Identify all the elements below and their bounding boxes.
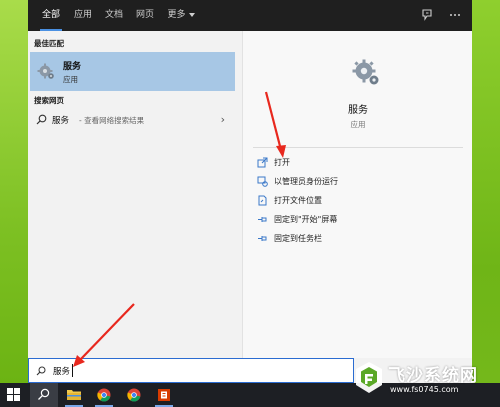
chrome-icon [127, 388, 141, 402]
web-search-hint: - 查看网络搜索结果 [79, 116, 145, 125]
action-pin-to-taskbar[interactable]: 固定到任务栏 [257, 231, 457, 247]
services-gear-icon [352, 59, 379, 85]
open-icon [257, 157, 268, 168]
action-pin-to-start[interactable]: 固定到"开始"屏幕 [257, 212, 457, 228]
action-label: 打开 [274, 158, 290, 167]
desktop-background-right [472, 0, 500, 383]
taskbar-file-explorer[interactable] [60, 383, 88, 407]
tab-apps[interactable]: 应用 [70, 0, 96, 31]
taskbar-search-button[interactable] [30, 383, 58, 407]
results-column: 最佳匹配 服务 应用 搜索网页 服务 - 查看网络搜索结果 › [28, 31, 242, 358]
gear-icon [37, 63, 54, 79]
web-search-heading: 搜索网页 [34, 96, 64, 105]
tab-more[interactable]: 更多 [164, 0, 198, 31]
best-match-type: 应用 [63, 75, 78, 84]
action-label: 打开文件位置 [274, 196, 322, 205]
web-search-query: 服务 [52, 116, 70, 126]
app-preview-pane: 服务 应用 打开 以管理员身份运行 打开文件位置 固定到"开始"屏幕 固定到任务… [242, 31, 472, 358]
search-icon [36, 366, 46, 376]
taskbar-chrome-2[interactable] [120, 383, 148, 407]
desktop-background-left [0, 0, 28, 383]
chevron-down-icon [188, 12, 195, 17]
taskbar-chrome-1[interactable] [90, 383, 118, 407]
tab-web[interactable]: 网页 [132, 0, 158, 31]
file-explorer-icon [67, 390, 81, 400]
site-watermark: 飞沙系统网 www.fs0745.com [350, 355, 498, 405]
action-label: 固定到"开始"屏幕 [274, 215, 338, 224]
pin-taskbar-icon [258, 236, 267, 241]
text-cursor [72, 364, 73, 377]
action-open-file-location[interactable]: 打开文件位置 [257, 193, 457, 209]
start-search-panel: 全部 应用 文档 网页 更多 最佳匹配 服务 应用 搜索网页 服务 - 查看网络… [28, 0, 472, 383]
best-match-result[interactable]: 服务 应用 [30, 52, 235, 91]
watermark-url: www.fs0745.com [390, 385, 459, 394]
windows-start-icon [7, 388, 20, 401]
app-type: 应用 [350, 120, 366, 129]
best-match-heading: 最佳匹配 [34, 39, 64, 48]
search-input[interactable]: 服务 [28, 358, 354, 383]
search-icon [38, 388, 50, 400]
tab-all[interactable]: 全部 [36, 0, 66, 31]
search-tabs-bar: 全部 应用 文档 网页 更多 [28, 0, 472, 31]
action-label: 以管理员身份运行 [274, 177, 338, 186]
action-run-as-admin[interactable]: 以管理员身份运行 [257, 174, 457, 190]
watermark-title: 飞沙系统网 [388, 366, 478, 386]
watermark-logo-icon [356, 362, 382, 393]
web-search-result[interactable]: 服务 - 查看网络搜索结果 › [30, 109, 235, 131]
file-location-icon [258, 195, 267, 206]
shield-run-icon [257, 176, 268, 187]
divider [253, 147, 463, 148]
chevron-right-icon: › [220, 113, 225, 126]
search-icon [36, 114, 47, 125]
search-value: 服务 [53, 367, 71, 377]
pin-icon [258, 217, 267, 222]
office-icon [158, 389, 170, 401]
taskbar-office-app[interactable] [150, 383, 178, 407]
action-label: 固定到任务栏 [274, 234, 322, 243]
taskbar-start-button[interactable] [0, 383, 28, 407]
action-open[interactable]: 打开 [257, 155, 457, 171]
feedback-icon[interactable] [420, 8, 434, 22]
app-title: 服务 [348, 105, 368, 116]
best-match-title: 服务 [63, 62, 82, 72]
more-options-icon[interactable] [448, 8, 462, 22]
chrome-icon [97, 388, 111, 402]
tab-documents[interactable]: 文档 [101, 0, 127, 31]
